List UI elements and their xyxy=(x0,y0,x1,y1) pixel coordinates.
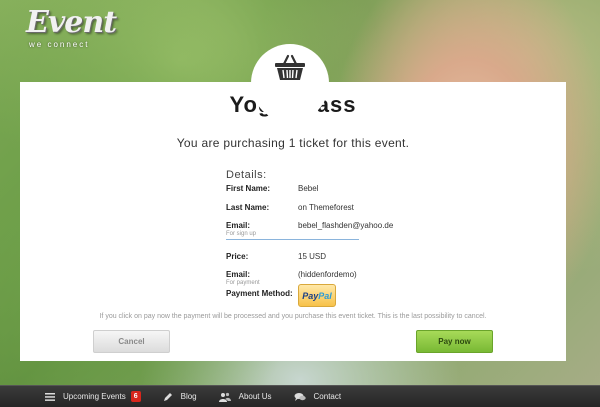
price-label: Price: xyxy=(226,252,249,261)
logo-tagline: we connect xyxy=(29,40,90,49)
payment-email-value: (hiddenfordemo) xyxy=(298,270,357,279)
pay-now-button[interactable]: Pay now xyxy=(416,330,493,353)
purchase-panel: Yoga Class You are purchasing 1 ticket f… xyxy=(20,82,566,361)
payment-method-label: Payment Method: xyxy=(226,289,293,298)
nav-item-contact[interactable]: Contact xyxy=(294,386,354,407)
nav-item-upcoming-events[interactable]: Upcoming Events 6 xyxy=(45,386,153,407)
shopping-basket-icon xyxy=(273,54,307,122)
logo-text: Event xyxy=(26,5,117,40)
users-icon xyxy=(218,392,231,402)
first-name-value: Bebel xyxy=(298,184,319,193)
footer-nav: Upcoming Events 6 Blog About Us Contact xyxy=(0,385,600,407)
paypal-pal-text: Pal xyxy=(318,290,332,301)
list-icon xyxy=(45,392,55,401)
email-value: bebel_flashden@yahoo.de xyxy=(298,221,394,230)
paypal-button[interactable]: Pay Pal xyxy=(298,284,336,307)
last-name-label: Last Name: xyxy=(226,203,270,212)
nav-item-about-us[interactable]: About Us xyxy=(218,386,284,407)
details-heading: Details: xyxy=(226,169,267,181)
paypal-pay-text: Pay xyxy=(302,290,319,301)
price-value: 15 USD xyxy=(298,252,327,261)
events-count-badge: 6 xyxy=(130,391,141,402)
nav-item-label: About Us xyxy=(238,392,272,401)
basket-badge xyxy=(251,44,329,122)
first-name-label: First Name: xyxy=(226,184,271,193)
email-field-underline xyxy=(226,239,359,240)
last-name-value: on Themeforest xyxy=(298,203,354,212)
logo[interactable]: Event we connect xyxy=(26,5,117,50)
chat-bubbles-icon xyxy=(294,392,306,402)
email-sub-label: For sign up xyxy=(226,231,257,237)
nav-item-blog[interactable]: Blog xyxy=(163,386,209,407)
nav-item-label: Upcoming Events xyxy=(63,392,126,401)
pencil-icon xyxy=(163,392,173,402)
nav-item-label: Contact xyxy=(313,392,342,401)
payment-email-sub-label: For payment xyxy=(226,280,260,286)
payment-notice: If you click on pay now the payment will… xyxy=(99,313,487,320)
purchase-message: You are purchasing 1 ticket for this eve… xyxy=(176,136,410,150)
payment-email-label: Email: xyxy=(226,270,251,279)
cancel-button[interactable]: Cancel xyxy=(93,330,170,353)
email-label: Email: xyxy=(226,221,251,230)
nav-item-label: Blog xyxy=(180,392,197,401)
